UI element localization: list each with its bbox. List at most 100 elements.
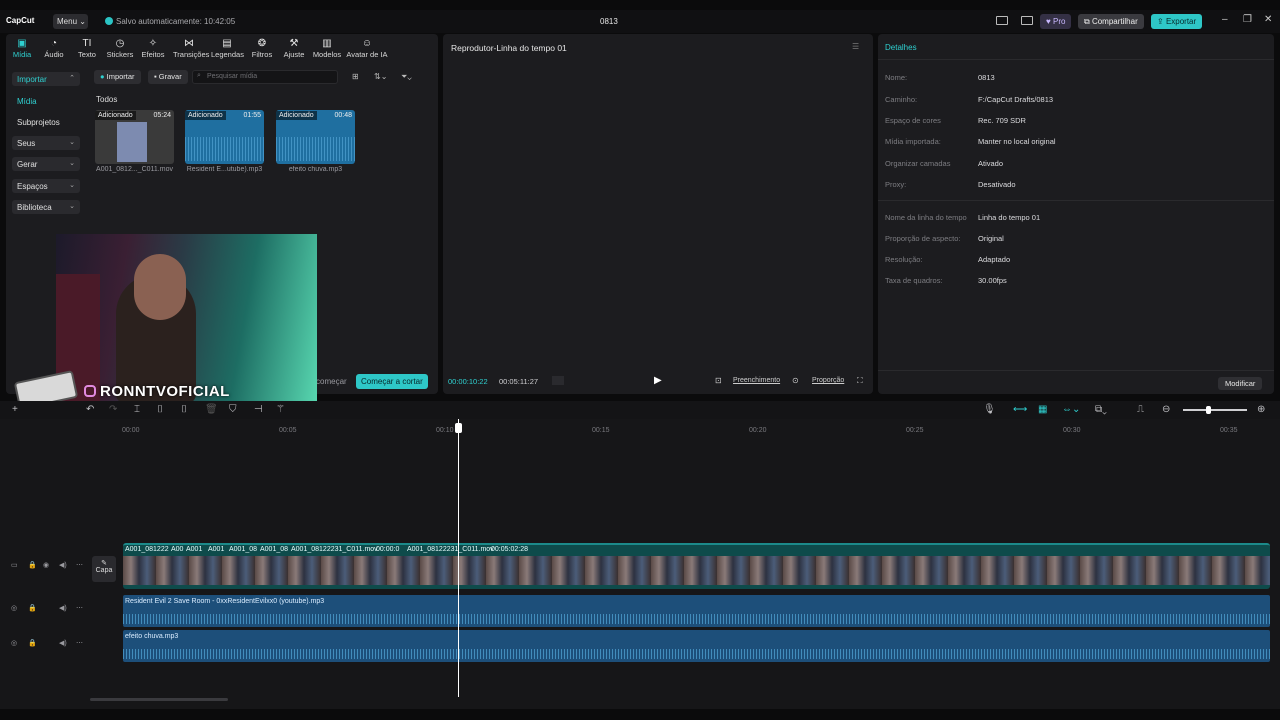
tool-ai-avatar[interactable]: ☺ Avatar de IA xyxy=(344,38,390,59)
shortcuts-icon[interactable] xyxy=(1021,16,1033,25)
zoom-out-icon[interactable]: ⊖ xyxy=(1162,404,1170,415)
tool-templates[interactable]: ▥ Modelos xyxy=(311,38,343,59)
tool-label: Modelos xyxy=(312,50,342,59)
magnet-icon[interactable]: ▦ xyxy=(1038,404,1047,415)
sidebar-item-media[interactable]: Mídia xyxy=(12,94,80,108)
video-thumbnail-image xyxy=(117,122,147,162)
timeline-scrollbar[interactable] xyxy=(90,698,228,701)
detail-value: Rec. 709 SDR xyxy=(978,116,1026,125)
search-input[interactable]: ⌕ Pesquisar mídia xyxy=(192,70,338,84)
crop-icon[interactable]: ⊡ xyxy=(715,376,722,385)
layout-icon[interactable] xyxy=(996,16,1008,25)
eye-icon[interactable]: ◉ xyxy=(43,561,49,569)
shield-icon[interactable]: ⛉ xyxy=(229,404,237,415)
media-thumb-audio[interactable]: Adicionado 01:55 xyxy=(185,110,264,164)
volume-icon[interactable]: ◀) xyxy=(59,604,67,612)
clip-frames xyxy=(123,556,1270,585)
modify-button[interactable]: Modificar xyxy=(1218,377,1263,390)
pro-button[interactable]: ♥ Pro xyxy=(1040,14,1072,29)
more-icon[interactable]: ⋯ xyxy=(76,561,83,569)
tool-adjust[interactable]: ⚒ Ajuste xyxy=(278,38,310,59)
undo-icon[interactable]: ↶ xyxy=(86,404,94,415)
ratio-button[interactable]: Proporção xyxy=(812,377,844,384)
ruler-tick: 00:10 xyxy=(436,427,454,434)
volume-icon[interactable]: ◀) xyxy=(59,639,67,647)
media-thumb-audio[interactable]: Adicionado 00:48 xyxy=(276,110,355,164)
player-title: Reprodutor-Linha do tempo 01 xyxy=(451,43,567,53)
timecode-mode-icon[interactable] xyxy=(552,376,564,385)
tool-effects[interactable]: ✧ Efeitos xyxy=(137,38,169,59)
split-left-icon[interactable]: ⌷ xyxy=(157,404,163,415)
playhead[interactable] xyxy=(458,419,459,697)
audio-track-head: ◎ 🔒 ◀) ⋯ xyxy=(0,631,122,661)
fill-button[interactable]: Preenchimento xyxy=(733,377,780,384)
split-right-icon[interactable]: ⌷ xyxy=(181,404,187,415)
snapshot-icon[interactable]: ⊙ xyxy=(792,376,799,385)
tool-transitions[interactable]: ⋈ Transições xyxy=(173,38,209,59)
sidebar-generate[interactable]: Gerar ⌄ xyxy=(12,157,80,171)
linkage-icon[interactable]: ⇔⌄ xyxy=(1062,404,1080,415)
sidebar-spaces[interactable]: Espaços ⌄ xyxy=(12,179,80,193)
lock-icon[interactable]: 🔒 xyxy=(28,604,37,612)
import-button[interactable]: ● Importar xyxy=(94,70,141,84)
fullscreen-icon[interactable]: ⛶ xyxy=(857,376,863,386)
tool-text[interactable]: TI Texto xyxy=(71,38,103,59)
tool-audio[interactable]: ◔ Áudio xyxy=(38,38,70,59)
export-button[interactable]: ⇪ Exportar xyxy=(1151,14,1203,29)
menu-button[interactable]: Menu ⌄ xyxy=(53,14,88,29)
share-button[interactable]: ⧉ Compartilhar xyxy=(1078,14,1144,29)
sidebar-import[interactable]: Importar ⌃ xyxy=(12,72,80,86)
wand-icon[interactable]: ⚚ xyxy=(276,404,285,415)
add-track-icon[interactable]: + xyxy=(12,404,18,415)
volume-icon[interactable]: ◀) xyxy=(59,561,67,569)
player-menu-icon[interactable]: ☰ xyxy=(852,42,859,51)
detail-value: Adaptado xyxy=(978,255,1011,264)
filter-icon[interactable]: ⏷⌄ xyxy=(401,72,412,82)
tool-captions[interactable]: ▤ Legendas xyxy=(211,38,244,59)
search-placeholder: Pesquisar mídia xyxy=(207,73,258,80)
play-icon[interactable]: ▶ xyxy=(654,375,662,386)
cover-label: Capa xyxy=(95,567,113,574)
record-label: Gravar xyxy=(158,72,182,81)
delete-icon[interactable]: 🗑 xyxy=(205,404,218,415)
sort-icon[interactable]: ⇅⌄ xyxy=(374,72,387,81)
view-icon[interactable]: ⊞ xyxy=(352,72,359,81)
tool-media[interactable]: ▣ Mídia xyxy=(6,38,38,59)
lock-icon[interactable]: 🔒 xyxy=(28,561,37,569)
ruler-tick: 00:25 xyxy=(906,427,924,434)
zoom-in-icon[interactable]: ⊕ xyxy=(1257,404,1265,415)
detail-key: Proxy: xyxy=(885,180,907,189)
time-ruler[interactable]: 00:00 00:05 00:10 00:15 00:20 00:25 00:3… xyxy=(122,423,1272,435)
detail-key: Resolução: xyxy=(885,255,923,264)
preview-axis-icon[interactable]: ⧉⌄ xyxy=(1095,404,1107,415)
playhead-handle[interactable] xyxy=(455,423,462,433)
sidebar-item-subprojects[interactable]: Subprojetos xyxy=(12,115,80,129)
cover-button[interactable]: ✎ Capa xyxy=(92,556,116,582)
total-time: 00:05:11:27 xyxy=(499,377,539,386)
lock-icon[interactable]: 🔒 xyxy=(28,639,37,647)
zoom-slider-handle[interactable] xyxy=(1206,406,1211,414)
record-button[interactable]: ▪ Gravar xyxy=(148,70,188,84)
crop-trim-icon[interactable]: ⊣ xyxy=(254,404,263,415)
fit-icon[interactable]: ⎍ xyxy=(1137,404,1144,415)
minimize-icon[interactable]: – xyxy=(1222,14,1228,25)
close-icon[interactable]: ✕ xyxy=(1264,14,1272,25)
video-clip[interactable]: A001_081222 A00 A001 A001 A001_08 A001_0… xyxy=(123,543,1270,589)
zoom-slider-track[interactable] xyxy=(1183,409,1247,411)
microphone-icon[interactable]: 🎙 xyxy=(983,404,996,415)
more-icon[interactable]: ⋯ xyxy=(76,604,83,612)
maximize-icon[interactable]: ❐ xyxy=(1243,14,1252,25)
media-thumb-video[interactable]: Adicionado 05:24 xyxy=(95,110,174,164)
redo-icon[interactable]: ↷ xyxy=(109,404,117,415)
split-icon[interactable]: ⌶ xyxy=(134,404,140,415)
audio-clip[interactable]: efeito chuva.mp3 xyxy=(123,630,1270,662)
timeline-area[interactable]: 00:00 00:05 00:10 00:15 00:20 00:25 00:3… xyxy=(0,419,1280,709)
start-cutting-button[interactable]: Começar a cortar xyxy=(356,374,428,389)
tool-stickers[interactable]: ◷ Stickers xyxy=(104,38,136,59)
sidebar-yours[interactable]: Seus ⌄ xyxy=(12,136,80,150)
sidebar-library[interactable]: Biblioteca ⌄ xyxy=(12,200,80,214)
tool-filters[interactable]: ❂ Filtros xyxy=(246,38,278,59)
audio-clip[interactable]: Resident Evil 2 Save Room - 0xxResidentE… xyxy=(123,595,1270,627)
link-main-track-icon[interactable]: ⟷ xyxy=(1013,404,1027,415)
more-icon[interactable]: ⋯ xyxy=(76,639,83,647)
